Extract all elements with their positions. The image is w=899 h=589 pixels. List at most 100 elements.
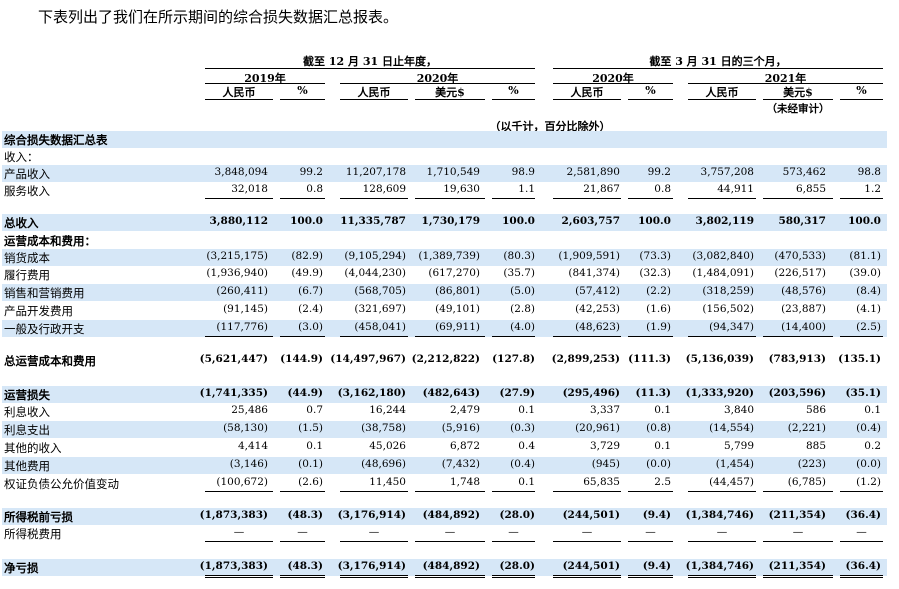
cell-value: (5,621,447) bbox=[199, 353, 268, 365]
cell-value: (111.3) bbox=[628, 353, 671, 365]
cell-value: (80.3) bbox=[503, 250, 535, 262]
cell-value: — bbox=[368, 526, 380, 538]
column-underline bbox=[205, 198, 273, 199]
cell-value: (3,146) bbox=[229, 458, 268, 470]
cell-value: (35.1) bbox=[845, 387, 881, 399]
column-underline bbox=[415, 336, 485, 337]
row-label: 综合损失数据汇总表 bbox=[4, 133, 108, 147]
cell-value: (0.8) bbox=[646, 422, 671, 434]
table-row: 销货成本 (3,215,175) (82.9) (9,105,294) (1,389,7… bbox=[2, 249, 887, 266]
col-rule-10 bbox=[840, 99, 883, 100]
row-label: 一般及行政开支 bbox=[4, 322, 85, 336]
cell-value: 0.1 bbox=[654, 440, 671, 452]
table-row: 净亏损 (1,873,383) (48.3) (3,176,914) (484,892)… bbox=[2, 559, 887, 576]
intro-text: 下表列出了我们在所示期间的综合损失数据汇总报表。 bbox=[38, 8, 399, 26]
cell-value: (0.3) bbox=[510, 422, 535, 434]
col-rule-6 bbox=[553, 99, 621, 100]
cell-value: (0.1) bbox=[298, 458, 323, 470]
cell-value: (49.9) bbox=[291, 267, 323, 279]
column-underline bbox=[628, 491, 673, 492]
column-underline bbox=[763, 198, 833, 199]
cell-value: (3,082,840) bbox=[692, 250, 754, 262]
column-underline bbox=[763, 541, 833, 542]
row-label: 产品开发费用 bbox=[4, 304, 73, 318]
row-label: 权证负债公允价值变动 bbox=[4, 477, 119, 491]
row-label: 利息支出 bbox=[4, 423, 50, 437]
cell-value: — bbox=[716, 526, 728, 538]
col-pct-2020q: % bbox=[645, 84, 656, 97]
cell-value: (0.0) bbox=[646, 458, 671, 470]
table-row: 利息收入 25,486 0.7 16,244 2,479 0.1 3,337 0.1 3,840… bbox=[2, 403, 887, 420]
cell-value: (117,776) bbox=[216, 321, 268, 333]
cell-value: 98.8 bbox=[857, 166, 881, 178]
cell-value: (3,176,914) bbox=[337, 560, 406, 572]
cell-value: (4.1) bbox=[856, 303, 881, 315]
cell-value: (4,044,230) bbox=[344, 267, 406, 279]
column-underline bbox=[840, 491, 883, 492]
cell-value: 16,244 bbox=[369, 404, 406, 416]
cell-value: 3,729 bbox=[589, 440, 620, 452]
column-underline bbox=[280, 491, 325, 492]
row-label: 运营成本和费用： bbox=[4, 234, 96, 248]
cell-value: (0.4) bbox=[856, 422, 881, 434]
col-rule-4 bbox=[415, 99, 485, 100]
column-underline bbox=[763, 575, 833, 578]
cell-value: — bbox=[508, 526, 519, 538]
row-label: 所得税前亏损 bbox=[4, 510, 73, 524]
cell-value: (2,212,822) bbox=[411, 353, 480, 365]
cell-value: 44,911 bbox=[717, 183, 754, 195]
row-label: 服务收入 bbox=[4, 184, 50, 198]
cell-value: (1,454) bbox=[715, 458, 754, 470]
cell-value: (73.3) bbox=[639, 250, 671, 262]
row-label: 净亏损 bbox=[4, 561, 39, 575]
cell-value: (783,913) bbox=[768, 353, 826, 365]
cell-value: (48,576) bbox=[781, 285, 826, 297]
cell-value: 6,872 bbox=[449, 440, 480, 452]
column-underline bbox=[840, 541, 883, 542]
cell-value: (6,785) bbox=[787, 476, 826, 488]
column-underline bbox=[340, 198, 408, 199]
col-usd-2020: 美元$ bbox=[435, 86, 465, 99]
period-year-header: 截至 12 月 31 日止年度， bbox=[303, 55, 437, 68]
cell-value: (482,643) bbox=[422, 387, 480, 399]
cell-value: (223) bbox=[797, 458, 826, 470]
column-underline bbox=[340, 491, 408, 492]
cell-value: (1.2) bbox=[856, 476, 881, 488]
cell-value: (9.4) bbox=[642, 509, 671, 521]
table-row: 其他的收入 4,414 0.1 45,026 6,872 0.4 3,729 0.1 5,799… bbox=[2, 439, 887, 456]
cell-value: (484,892) bbox=[422, 560, 480, 572]
cell-value: (0.0) bbox=[856, 458, 881, 470]
row-label: 产品收入 bbox=[4, 167, 50, 181]
cell-value: (135.1) bbox=[838, 353, 881, 365]
row-label: 所得税费用 bbox=[4, 527, 62, 541]
cell-value: 3,880,112 bbox=[209, 215, 268, 227]
cell-value: 11,207,178 bbox=[345, 166, 406, 178]
cell-value: (2,221) bbox=[787, 422, 826, 434]
cell-value: 0.1 bbox=[518, 476, 535, 488]
column-underline bbox=[688, 198, 756, 199]
column-underline bbox=[492, 336, 535, 337]
cell-value: (2.4) bbox=[298, 303, 323, 315]
cell-value: (35.7) bbox=[503, 267, 535, 279]
cell-value: 0.7 bbox=[306, 404, 323, 416]
cell-value: 100.0 bbox=[502, 215, 535, 227]
column-underline bbox=[280, 541, 325, 542]
cell-value: 0.8 bbox=[654, 183, 671, 195]
cell-value: (1.6) bbox=[646, 303, 671, 315]
column-underline bbox=[688, 336, 756, 337]
cell-value: (20,961) bbox=[575, 422, 620, 434]
table-row: 总运营成本和费用 (5,621,447) (144.9) (14,497,967) (2… bbox=[2, 352, 887, 369]
col-rmb-2021: 人民币 bbox=[705, 86, 739, 99]
col-rule-9 bbox=[763, 99, 833, 100]
row-label: 总运营成本和费用 bbox=[4, 354, 96, 368]
cell-value: (11.3) bbox=[635, 387, 671, 399]
col-pct-2021: % bbox=[856, 84, 867, 97]
table-row: 收入： bbox=[2, 148, 887, 165]
cell-value: (945) bbox=[591, 458, 620, 470]
cell-value: 100.0 bbox=[848, 215, 881, 227]
cell-value: — bbox=[233, 526, 245, 538]
cell-value: (1,389,739) bbox=[418, 250, 480, 262]
column-underline bbox=[340, 336, 408, 337]
table-row: 销售和营销费用 (260,411) (6.7) (568,705) (86,801) (5… bbox=[2, 284, 887, 301]
cell-value: — bbox=[581, 526, 593, 538]
